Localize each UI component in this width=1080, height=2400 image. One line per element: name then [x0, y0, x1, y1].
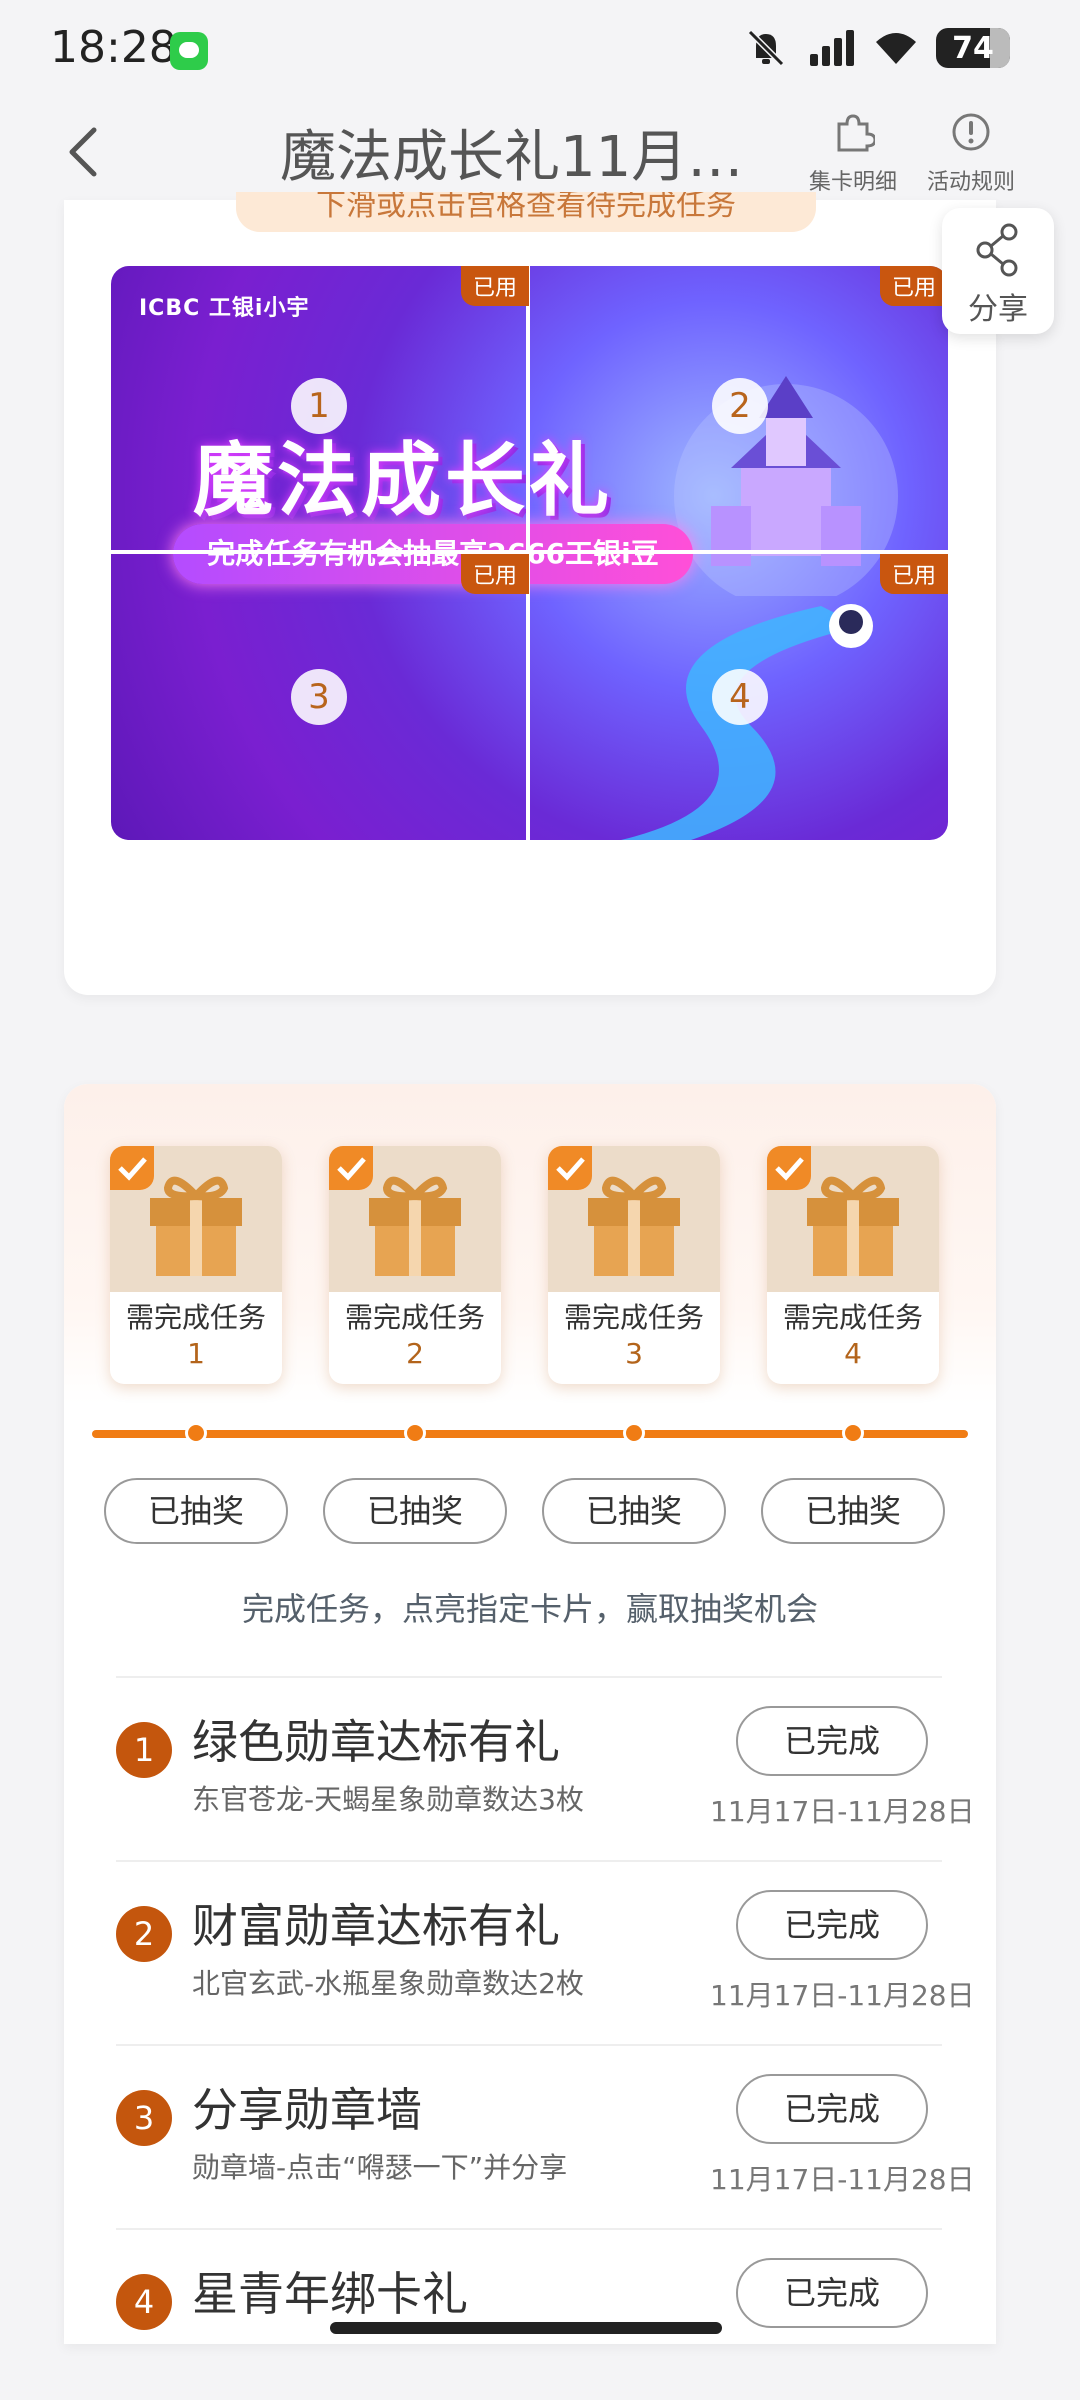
- nav-header: 魔法成长礼11月第... 集卡明细 活动规则: [0, 100, 1080, 206]
- cell-number: 3: [291, 669, 347, 725]
- drawn-button-4[interactable]: 已抽奖: [761, 1478, 945, 1544]
- battery-icon: 74: [936, 28, 1010, 68]
- task-name: 财富勋章达标有礼: [192, 1899, 560, 1953]
- gift-card-4[interactable]: 需完成任务 4: [767, 1146, 939, 1384]
- drawn-button-2[interactable]: 已抽奖: [323, 1478, 507, 1544]
- task-date: 11月17日-11月28日: [710, 1795, 975, 1828]
- puzzle-cell-1[interactable]: 已用 1: [111, 266, 529, 553]
- used-badge: 已用: [879, 554, 948, 594]
- message-notification-icon: [170, 32, 208, 70]
- drawn-button-1[interactable]: 已抽奖: [104, 1478, 288, 1544]
- clock: 18:28: [50, 22, 177, 73]
- used-badge: 已用: [879, 266, 948, 306]
- progress-track: [92, 1430, 968, 1438]
- task-desc: 东官苍龙-天蝎星象勋章数达3枚: [192, 1783, 584, 1816]
- task-name: 绿色勋章达标有礼: [192, 1715, 560, 1769]
- task-row-1: 1 绿色勋章达标有礼 东官苍龙-天蝎星象勋章数达3枚 已完成 11月17日-11…: [116, 1676, 975, 1860]
- progress-node: [842, 1422, 864, 1444]
- status-bar: 18:28 74: [0, 0, 1080, 100]
- task-desc: 北官玄武-水瓶星象勋章数达2枚: [192, 1967, 584, 2000]
- share-icon: [976, 223, 1018, 277]
- task-instruction: 完成任务，点亮指定卡片，赢取抽奖机会: [241, 1590, 818, 1628]
- gift-label: 需完成任务: [563, 1301, 704, 1334]
- checkmark-icon: [767, 1146, 811, 1190]
- gift-card-1[interactable]: 需完成任务 1: [110, 1146, 282, 1384]
- page-title: 魔法成长礼11月第...: [280, 125, 780, 190]
- back-button[interactable]: [58, 122, 108, 182]
- task-number-badge: 4: [116, 2274, 172, 2330]
- puzzle-grid: ICBC 工银i小宇 魔法成长礼 完成任务有机会抽最高2666工银i豆 已用 1…: [111, 266, 948, 840]
- task-number-badge: 3: [116, 2090, 172, 2146]
- activity-rules-label: 活动规则: [926, 170, 1015, 195]
- cell-number: 4: [712, 669, 768, 725]
- checkmark-icon: [329, 1146, 373, 1190]
- task-number-badge: 1: [116, 1722, 172, 1778]
- gift-card-3[interactable]: 需完成任务 3: [548, 1146, 720, 1384]
- task-desc: 勋章墙-点击“嘚瑟一下”并分享: [192, 2151, 568, 2184]
- scroll-hint: 下滑或点击宫格查看待完成任务: [236, 192, 816, 232]
- checkmark-icon: [110, 1146, 154, 1190]
- checkmark-icon: [548, 1146, 592, 1190]
- task-number-badge: 2: [116, 1906, 172, 1962]
- cell-number: 2: [712, 378, 768, 434]
- task-date: 11月17日-11月28日: [710, 2163, 975, 2196]
- gift-task-number: 3: [625, 1337, 643, 1370]
- task-status-button[interactable]: 已完成: [736, 1706, 928, 1776]
- info-icon: [896, 100, 1046, 164]
- cell-number: 1: [291, 378, 347, 434]
- puzzle-cell-2[interactable]: 已用 2: [530, 266, 948, 553]
- gift-label: 需完成任务: [344, 1301, 485, 1334]
- drawn-button-3[interactable]: 已抽奖: [542, 1478, 726, 1544]
- puzzle-cell-3[interactable]: 已用 3: [111, 554, 529, 840]
- gift-task-number: 1: [187, 1337, 205, 1370]
- task-name: 星青年绑卡礼: [192, 2267, 468, 2321]
- progress-node: [404, 1422, 426, 1444]
- signal-icon: [808, 28, 854, 68]
- chevron-left-icon: [69, 127, 97, 177]
- gift-task-number: 4: [844, 1337, 862, 1370]
- task-date: 11月17日-11月28日: [710, 1979, 975, 2012]
- wifi-icon: [872, 28, 916, 68]
- home-indicator[interactable]: [330, 2322, 722, 2334]
- share-label: 分享: [968, 292, 1028, 327]
- mute-icon: [744, 28, 788, 68]
- task-status-button[interactable]: 已完成: [736, 2258, 928, 2328]
- task-name: 分享勋章墙: [192, 2083, 422, 2137]
- task-card: 需完成任务 1 需完成任务 2 需完成任务 3 需完成任务 4 已抽奖 已抽奖 …: [64, 1084, 996, 2344]
- gift-task-number: 2: [406, 1337, 424, 1370]
- task-row-3: 3 分享勋章墙 勋章墙-点击“嘚瑟一下”并分享 已完成 11月17日-11月28…: [116, 2044, 975, 2228]
- task-status-button[interactable]: 已完成: [736, 1890, 928, 1960]
- activity-rules-button[interactable]: 活动规则: [896, 100, 1046, 196]
- used-badge: 已用: [460, 554, 529, 594]
- progress-node: [185, 1422, 207, 1444]
- progress-node: [623, 1422, 645, 1444]
- task-status-button[interactable]: 已完成: [736, 2074, 928, 2144]
- gift-label: 需完成任务: [125, 1301, 266, 1334]
- task-row-2: 2 财富勋章达标有礼 北官玄武-水瓶星象勋章数达2枚 已完成 11月17日-11…: [116, 1860, 975, 2044]
- share-button[interactable]: 分享: [942, 208, 1054, 334]
- gift-card-2[interactable]: 需完成任务 2: [329, 1146, 501, 1384]
- used-badge: 已用: [460, 266, 529, 306]
- puzzle-cell-4[interactable]: 已用 4: [530, 554, 948, 840]
- gift-label: 需完成任务: [782, 1301, 923, 1334]
